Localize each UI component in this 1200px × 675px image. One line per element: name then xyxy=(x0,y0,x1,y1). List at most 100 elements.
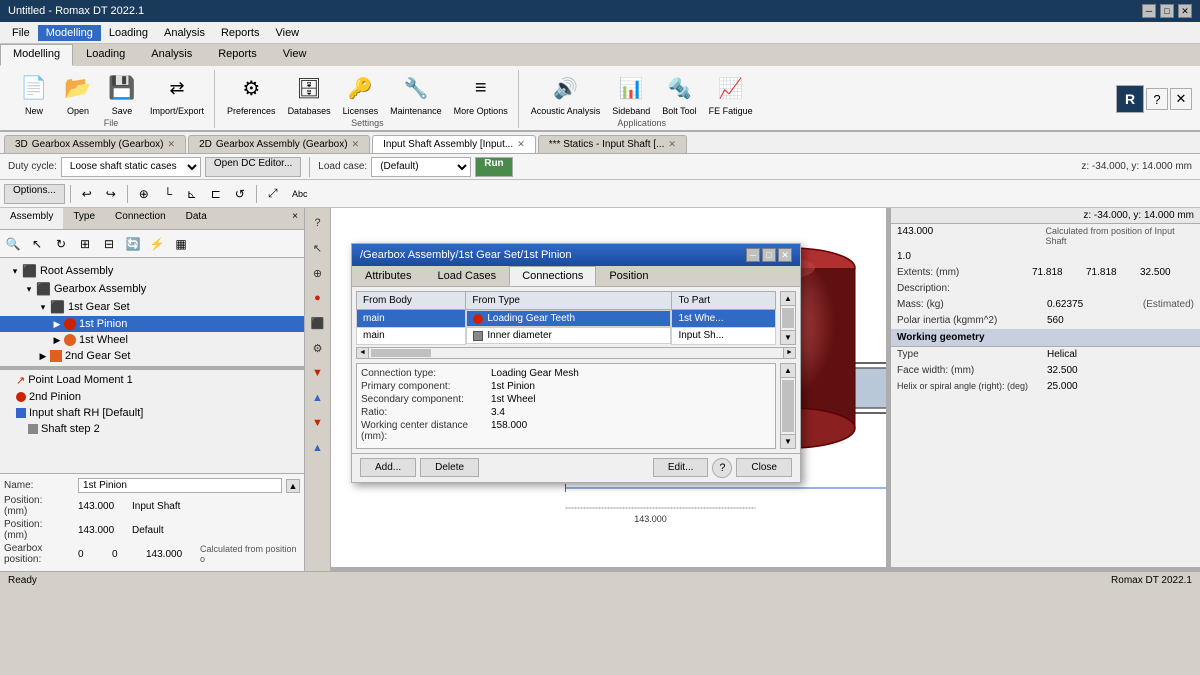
rotate-tool-btn[interactable]: ↺ xyxy=(229,183,251,205)
minimize-btn[interactable]: ─ xyxy=(1142,4,1156,18)
detail-scroll-down[interactable]: ▼ xyxy=(781,434,795,448)
tree-item-gear2set[interactable]: ▶ 2nd Gear Set xyxy=(0,348,304,364)
bolt-tool-button[interactable]: 🔩 Bolt Tool xyxy=(658,70,700,118)
line-tool-btn[interactable]: └ xyxy=(157,183,179,205)
add-btn[interactable]: Add... xyxy=(360,458,416,477)
tab-statics[interactable]: *** Statics - Input Shaft [... ✕ xyxy=(538,135,687,153)
duty-cycle-select[interactable]: Loose shaft static cases xyxy=(61,157,201,177)
tree-item-pinion1[interactable]: ▶ 1st Pinion xyxy=(0,316,304,332)
menu-modelling[interactable]: Modelling xyxy=(38,25,101,41)
root-arrow[interactable]: ▾ xyxy=(8,266,22,277)
undo-btn[interactable]: ↩ xyxy=(76,183,98,205)
close-btn[interactable]: ✕ xyxy=(1178,4,1192,18)
tab-3d-close[interactable]: ✕ xyxy=(168,139,176,150)
h-scroll-left[interactable]: ◄ xyxy=(357,348,369,358)
tree-item-wheel1[interactable]: ▶ 1st Wheel xyxy=(0,332,304,348)
sidebar-icon-7[interactable]: ▼ xyxy=(307,362,329,384)
tab-assembly[interactable]: Assembly xyxy=(0,208,63,229)
tab-input-shaft-close[interactable]: ✕ xyxy=(517,139,525,150)
ribbon-tab-loading[interactable]: Loading xyxy=(73,44,138,66)
bottom-tree-item-shaft-step[interactable]: Shaft step 2 xyxy=(0,421,304,437)
dialog-close-btn[interactable]: ✕ xyxy=(778,248,792,262)
tab-connection[interactable]: Connection xyxy=(105,208,176,229)
tree-item-gear1set[interactable]: ▾ ⬛ 1st Gear Set xyxy=(0,298,304,316)
tab-data[interactable]: Data xyxy=(176,208,217,229)
sidebar-icon-5[interactable]: ⬛ xyxy=(307,312,329,334)
close-dialog-btn[interactable]: Close xyxy=(736,458,792,477)
label-btn[interactable]: Abc xyxy=(286,183,314,205)
edit-btn[interactable]: Edit... xyxy=(653,458,709,477)
detail-scrollbar[interactable]: ▲ ▼ xyxy=(780,363,796,449)
bottom-resize-handle[interactable] xyxy=(331,567,1200,571)
scroll-up-btn[interactable]: ▲ xyxy=(781,292,795,306)
left-refresh-icon[interactable]: ↻ xyxy=(50,233,72,255)
dialog-tab-position[interactable]: Position xyxy=(596,266,661,286)
wheel1-arrow[interactable]: ▶ xyxy=(50,335,64,346)
dialog-tab-attributes[interactable]: Attributes xyxy=(352,266,424,286)
left-cursor-icon[interactable]: ↖ xyxy=(26,233,48,255)
sidebar-icon-8[interactable]: ▲ xyxy=(307,387,329,409)
menu-view[interactable]: View xyxy=(267,25,307,41)
dialog-tab-connections[interactable]: Connections xyxy=(509,266,596,286)
menu-loading[interactable]: Loading xyxy=(101,25,156,41)
close-ribbon-icon[interactable]: ✕ xyxy=(1170,88,1192,110)
left-load-icon[interactable]: ⚡ xyxy=(146,233,168,255)
sidebar-icon-2[interactable]: ↖ xyxy=(307,237,329,259)
sidebar-icon-9[interactable]: ▼ xyxy=(307,412,329,434)
sidebar-icon-4[interactable]: ● xyxy=(307,287,329,309)
dialog-minimize-btn[interactable]: ─ xyxy=(746,248,760,262)
redo-btn[interactable]: ↪ xyxy=(100,183,122,205)
conn-row-2[interactable]: main Inner diameter Input Sh... xyxy=(357,327,776,344)
new-button[interactable]: 📄 New xyxy=(14,70,54,118)
help-icon[interactable]: ? xyxy=(1146,88,1168,110)
sideband-button[interactable]: 📊 Sideband xyxy=(608,70,654,118)
menu-analysis[interactable]: Analysis xyxy=(156,25,213,41)
left-panel-close-btn[interactable]: × xyxy=(286,208,304,229)
gear1set-arrow[interactable]: ▾ xyxy=(36,302,50,313)
save-button[interactable]: 💾 Save xyxy=(102,70,142,118)
ribbon-tab-reports[interactable]: Reports xyxy=(205,44,270,66)
gearbox-arrow[interactable]: ▾ xyxy=(22,284,36,295)
romax-icon[interactable]: R xyxy=(1116,85,1144,113)
detail-scroll-up[interactable]: ▲ xyxy=(781,364,795,378)
scroll-thumb[interactable] xyxy=(782,308,794,328)
left-reload-icon[interactable]: 🔄 xyxy=(122,233,144,255)
ribbon-tab-view[interactable]: View xyxy=(270,44,320,66)
preferences-button[interactable]: ⚙ Preferences xyxy=(223,70,280,118)
bottom-tree-item-pinion2[interactable]: 2nd Pinion xyxy=(0,389,304,405)
left-filter-icon[interactable]: ▦ xyxy=(170,233,192,255)
pinion1-arrow[interactable]: ▶ xyxy=(50,319,64,330)
run-btn[interactable]: Run xyxy=(475,157,512,177)
tree-item-gearbox[interactable]: ▾ ⬛ Gearbox Assembly xyxy=(0,280,304,298)
tab-2d-gearbox[interactable]: 2D Gearbox Assembly (Gearbox) ✕ xyxy=(188,135,370,153)
tab-statics-close[interactable]: ✕ xyxy=(668,139,676,150)
acoustic-analysis-button[interactable]: 🔊 Acoustic Analysis xyxy=(527,70,605,118)
select-tool-btn[interactable]: ⊕ xyxy=(133,183,155,205)
tab-3d-gearbox[interactable]: 3D Gearbox Assembly (Gearbox) ✕ xyxy=(4,135,186,153)
sidebar-icon-10[interactable]: ▲ xyxy=(307,437,329,459)
fe-fatigue-button[interactable]: 📈 FE Fatigue xyxy=(705,70,757,118)
load-case-select[interactable]: (Default) xyxy=(371,157,471,177)
dialog-tab-load-cases[interactable]: Load Cases xyxy=(424,266,509,286)
left-search-icon[interactable]: 🔍 xyxy=(2,233,24,255)
bottom-tree-item-input-shaft-rh[interactable]: Input shaft RH [Default] xyxy=(0,405,304,421)
h-scroll-thumb[interactable] xyxy=(371,349,431,357)
dialog-maximize-btn[interactable]: □ xyxy=(762,248,776,262)
angle-tool-btn[interactable]: ⊾ xyxy=(181,183,203,205)
gear2set-arrow[interactable]: ▶ xyxy=(36,351,50,362)
tab-input-shaft[interactable]: Input Shaft Assembly [Input... ✕ xyxy=(372,135,536,153)
tab-2d-close[interactable]: ✕ xyxy=(352,139,360,150)
menu-file[interactable]: File xyxy=(4,25,38,41)
zoom-fit-btn[interactable]: ⤢ xyxy=(262,183,284,205)
maximize-btn[interactable]: □ xyxy=(1160,4,1174,18)
databases-button[interactable]: 🗄 Databases xyxy=(284,70,335,118)
delete-btn[interactable]: Delete xyxy=(420,458,479,477)
menu-reports[interactable]: Reports xyxy=(213,25,268,41)
ribbon-tab-analysis[interactable]: Analysis xyxy=(138,44,205,66)
conn-row-1[interactable]: main Loading Gear Teeth 1st Whe... xyxy=(357,310,776,328)
maintenance-button[interactable]: 🔧 Maintenance xyxy=(386,70,446,118)
open-button[interactable]: 📂 Open xyxy=(58,70,98,118)
detail-scroll-thumb[interactable] xyxy=(782,380,794,432)
open-dc-editor-btn[interactable]: Open DC Editor... xyxy=(205,157,301,177)
bracket-tool-btn[interactable]: ⊏ xyxy=(205,183,227,205)
